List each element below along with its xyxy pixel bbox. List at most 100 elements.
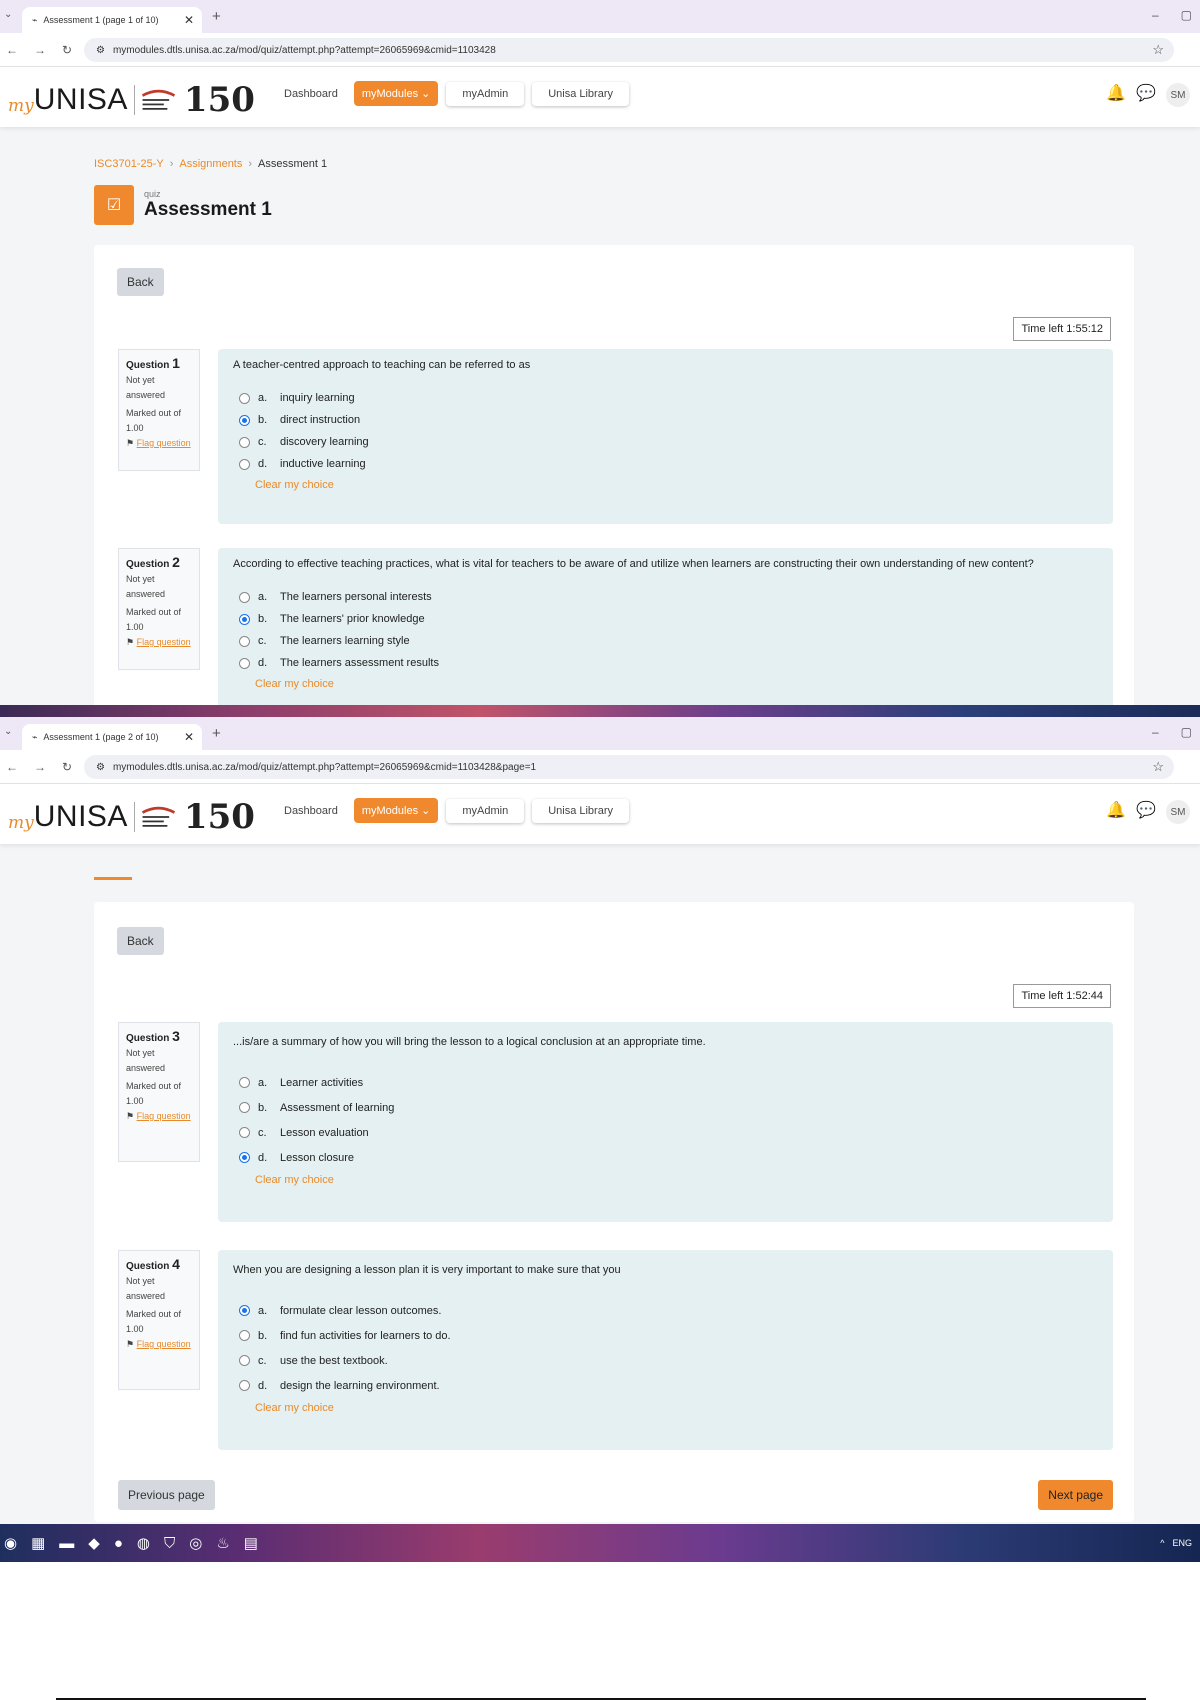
radio-button[interactable] — [239, 458, 250, 470]
browser-tab[interactable]: ⌁ Assessment 1 (page 1 of 10) ✕ — [22, 7, 202, 33]
radio-button-selected[interactable] — [239, 1305, 250, 1316]
document-icon[interactable]: ▤ — [244, 1534, 258, 1552]
radio-button-selected[interactable] — [239, 613, 250, 625]
clear-choice-link[interactable]: Clear my choice — [255, 678, 1098, 690]
radio-button[interactable] — [239, 1330, 250, 1341]
tab-list-chevron-icon[interactable]: ⌄ — [4, 9, 12, 20]
answer-option[interactable]: c. use the best textbook. — [239, 1348, 1098, 1373]
browser-tab[interactable]: ⌁ Assessment 1 (page 2 of 10) ✕ — [22, 724, 202, 750]
answer-option[interactable]: a. Learner activities — [239, 1070, 1098, 1095]
myunisa-logo[interactable]: my UNISA 150 — [8, 797, 255, 837]
minimize-icon[interactable]: – — [1152, 8, 1159, 22]
back-arrow-icon[interactable]: ← — [6, 43, 18, 57]
reload-icon[interactable]: ↻ — [62, 43, 72, 57]
notification-bell-icon[interactable]: 🔔 — [1106, 800, 1126, 824]
nav-myadmin[interactable]: myAdmin — [446, 798, 525, 823]
answer-option[interactable]: d. The learners assessment results — [239, 652, 1098, 674]
reload-icon[interactable]: ↻ — [62, 760, 72, 774]
breadcrumb-course[interactable]: ISC3701-25-Y — [94, 158, 164, 170]
site-settings-icon[interactable]: ⚙ — [96, 762, 105, 773]
file-explorer-icon[interactable]: ▬ — [59, 1535, 74, 1552]
nav-mymodules[interactable]: myModules ⌄ — [353, 798, 439, 823]
radio-button-selected[interactable] — [239, 414, 250, 426]
notification-bell-icon[interactable]: 🔔 — [1106, 83, 1126, 107]
minimize-icon[interactable]: – — [1152, 725, 1159, 739]
answer-option[interactable]: c. Lesson evaluation — [239, 1120, 1098, 1145]
answer-option[interactable]: a. The learners personal interests — [239, 586, 1098, 608]
forward-arrow-icon[interactable]: → — [34, 43, 46, 57]
avatar[interactable]: SM — [1166, 800, 1190, 824]
logo-150-years: 150 — [183, 797, 255, 837]
radio-button[interactable] — [239, 591, 250, 603]
radio-button-selected[interactable] — [239, 1152, 250, 1163]
new-tab-icon[interactable]: + — [212, 8, 221, 25]
nav-mymodules[interactable]: myModules ⌄ — [353, 81, 439, 106]
myunisa-logo[interactable]: my UNISA 150 — [8, 80, 255, 120]
answer-option[interactable]: b. direct instruction — [239, 409, 1098, 431]
restore-icon[interactable]: ▢ — [1181, 725, 1192, 739]
back-arrow-icon[interactable]: ← — [6, 760, 18, 774]
answer-option[interactable]: d. inductive learning — [239, 453, 1098, 475]
back-button[interactable]: Back — [117, 268, 164, 296]
radio-button[interactable] — [239, 657, 250, 669]
teams-icon[interactable]: ◆ — [88, 1534, 100, 1552]
answer-option[interactable]: d. design the learning environment. — [239, 1373, 1098, 1398]
messages-icon[interactable]: 💬 — [1136, 83, 1156, 107]
bookmark-star-icon[interactable]: ☆ — [1152, 42, 1164, 58]
nav-dashboard[interactable]: Dashboard — [276, 799, 346, 823]
back-button[interactable]: Back — [117, 927, 164, 955]
flag-question-link[interactable]: Flag question — [137, 438, 191, 448]
close-tab-icon[interactable]: ✕ — [184, 13, 194, 27]
clear-choice-link[interactable]: Clear my choice — [255, 1174, 1098, 1186]
answer-option[interactable]: b. The learners' prior knowledge — [239, 608, 1098, 630]
answer-option[interactable]: c. discovery learning — [239, 431, 1098, 453]
tray-chevron-icon[interactable]: ^ — [1160, 1538, 1164, 1548]
radio-button[interactable] — [239, 635, 250, 647]
bookmark-star-icon[interactable]: ☆ — [1152, 759, 1164, 775]
radio-button[interactable] — [239, 1355, 250, 1366]
answer-option[interactable]: b. Assessment of learning — [239, 1095, 1098, 1120]
forward-arrow-icon[interactable]: → — [34, 760, 46, 774]
tab-list-chevron-icon[interactable]: ⌄ — [4, 726, 12, 737]
search-app-icon[interactable]: ● — [114, 1535, 123, 1552]
new-tab-icon[interactable]: + — [212, 725, 221, 742]
url-field[interactable]: ⚙ mymodules.dtls.unisa.ac.za/mod/quiz/at… — [84, 755, 1174, 779]
close-tab-icon[interactable]: ✕ — [184, 730, 194, 744]
nav-dashboard[interactable]: Dashboard — [276, 82, 346, 106]
shield-icon[interactable]: ⛉ — [164, 1535, 175, 1552]
radio-button[interactable] — [239, 436, 250, 448]
flame-icon[interactable]: ♨ — [216, 1534, 229, 1552]
nav-myadmin[interactable]: myAdmin — [446, 81, 525, 106]
chrome-icon[interactable]: ◎ — [189, 1534, 202, 1552]
nav-unisa-library[interactable]: Unisa Library — [532, 81, 629, 106]
answer-option[interactable]: c. The learners learning style — [239, 630, 1098, 652]
answer-option[interactable]: d. Lesson closure — [239, 1145, 1098, 1170]
answer-option[interactable]: a. inquiry learning — [239, 387, 1098, 409]
avatar[interactable]: SM — [1166, 83, 1190, 107]
url-field[interactable]: ⚙ mymodules.dtls.unisa.ac.za/mod/quiz/at… — [84, 38, 1174, 62]
flag-question-link[interactable]: Flag question — [137, 637, 191, 647]
restore-icon[interactable]: ▢ — [1181, 8, 1192, 22]
messages-icon[interactable]: 💬 — [1136, 800, 1156, 824]
radio-button[interactable] — [239, 1380, 250, 1391]
radio-button[interactable] — [239, 1077, 250, 1088]
breadcrumb-assignments[interactable]: Assignments — [179, 158, 242, 170]
flag-question-link[interactable]: Flag question — [137, 1339, 191, 1349]
radio-button[interactable] — [239, 1127, 250, 1138]
language-indicator[interactable]: ENG — [1172, 1538, 1192, 1548]
task-view-icon[interactable]: ▦ — [31, 1534, 45, 1552]
radio-button[interactable] — [239, 392, 250, 404]
radio-button[interactable] — [239, 1102, 250, 1113]
whatsapp-icon[interactable]: ◍ — [137, 1534, 150, 1552]
start-icon[interactable]: ◉ — [4, 1534, 17, 1552]
quiz-icon: ☑ — [94, 185, 134, 225]
nav-unisa-library[interactable]: Unisa Library — [532, 798, 629, 823]
site-settings-icon[interactable]: ⚙ — [96, 45, 105, 56]
next-page-button[interactable]: Next page — [1038, 1480, 1113, 1510]
previous-page-button[interactable]: Previous page — [118, 1480, 215, 1510]
clear-choice-link[interactable]: Clear my choice — [255, 479, 1098, 491]
answer-option[interactable]: a. formulate clear lesson outcomes. — [239, 1298, 1098, 1323]
answer-option[interactable]: b. find fun activities for learners to do… — [239, 1323, 1098, 1348]
clear-choice-link[interactable]: Clear my choice — [255, 1402, 1098, 1414]
flag-question-link[interactable]: Flag question — [137, 1111, 191, 1121]
